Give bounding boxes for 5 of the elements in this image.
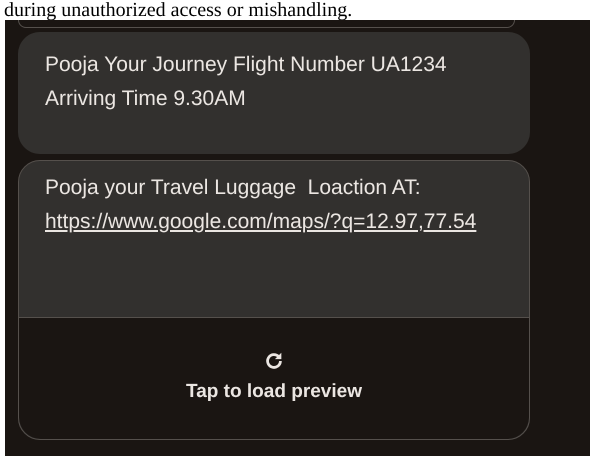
load-preview-button[interactable]: Tap to load preview bbox=[19, 317, 529, 439]
message-text: Pooja Your Journey Flight Number UA1234 Arriving Time 9.30AM bbox=[45, 52, 448, 112]
document-text: during unauthorized access or mishandling. bbox=[4, 0, 352, 20]
link[interactable]: https://www.google.com/maps/?q=12.97,77.54 bbox=[45, 205, 476, 239]
message-text: Pooja your Travel Luggage Loaction AT: bbox=[45, 175, 422, 201]
